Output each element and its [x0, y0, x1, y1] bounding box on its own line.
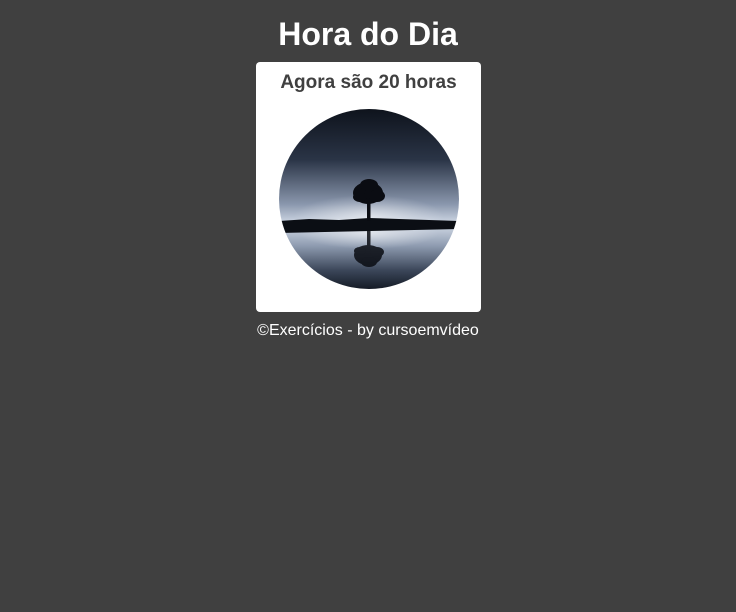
night-tree-photo: [279, 109, 459, 289]
time-message: Agora são 20 horas: [280, 72, 457, 93]
footer-copyright: ©Exercícios - by cursoemvídeo: [257, 322, 479, 339]
time-card: Agora são 20 horas: [256, 62, 481, 312]
page-title: Hora do Dia: [278, 16, 458, 52]
